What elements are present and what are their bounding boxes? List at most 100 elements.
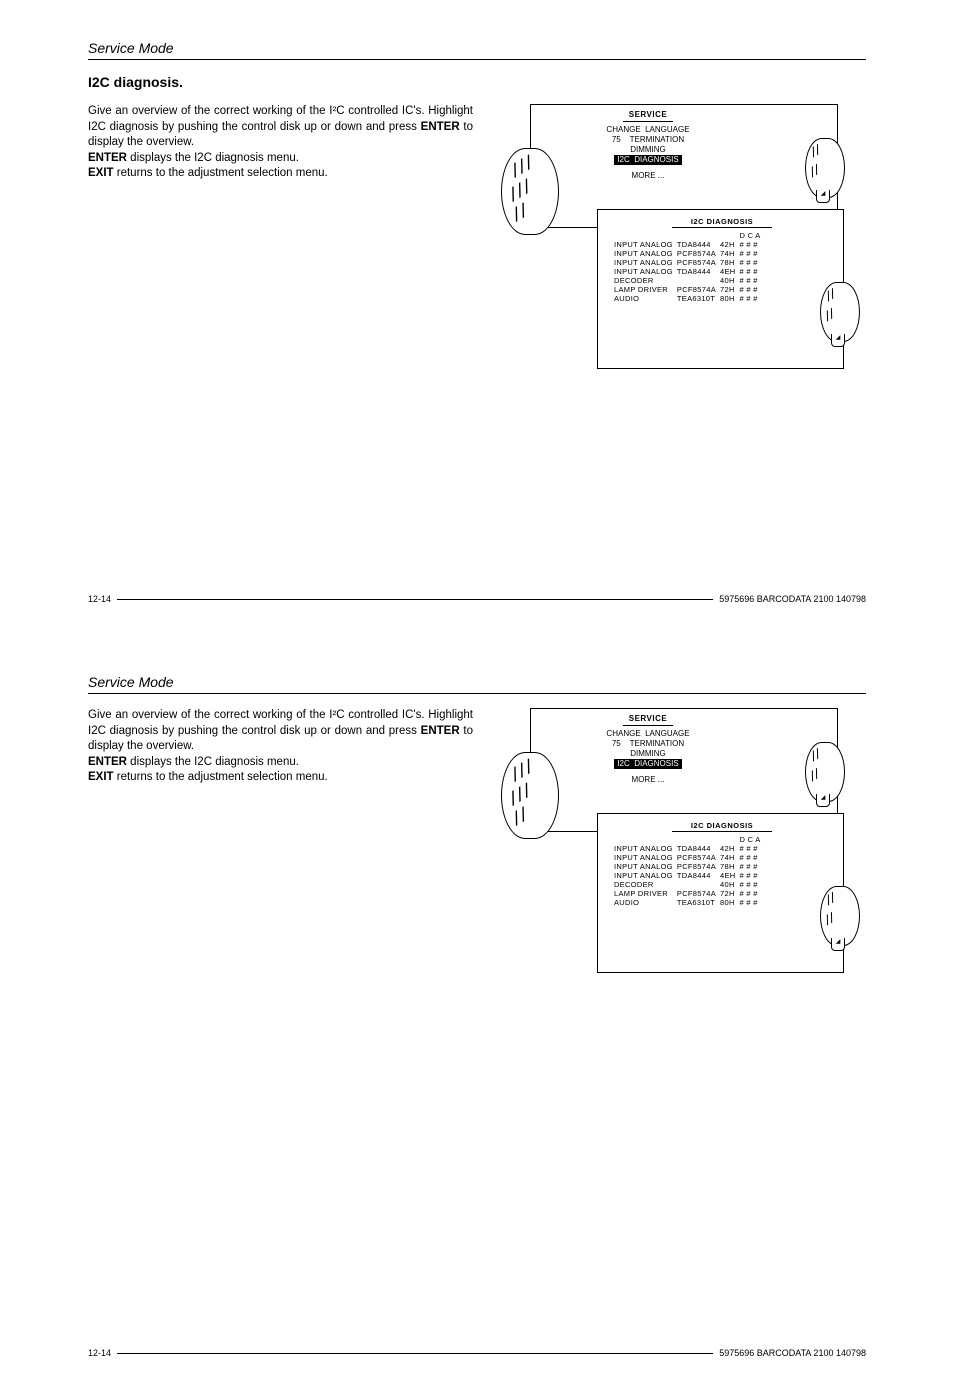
c3: 78H — [720, 258, 740, 267]
diag-row: AUDIOTEA6310T80H# # # — [614, 294, 765, 303]
footer: 12-14 5975696 BARCODATA 2100 140798 — [88, 1348, 866, 1358]
diag-row: LAMP DRIVERPCF8574A72H# # # — [614, 285, 765, 294]
c3: 4EH — [720, 871, 740, 880]
notch-icon: ◢ — [816, 794, 830, 807]
c2: PCF8574A — [677, 862, 720, 871]
body-p2b: displays the I2C diagnosis menu. — [127, 756, 299, 768]
menu-more: MORE ... — [578, 775, 718, 785]
c4: # # # — [740, 898, 765, 907]
diag-row: INPUT ANALOGTDA844442H# # # — [614, 844, 765, 853]
c3: 78H — [720, 862, 740, 871]
service-menu-title: SERVICE — [623, 110, 673, 122]
c1: INPUT ANALOG — [614, 844, 677, 853]
diag-row: INPUT ANALOGPCF8574A78H# # # — [614, 862, 765, 871]
menu-75: 75 — [612, 739, 621, 748]
body-text: Give an overview of the correct working … — [88, 708, 473, 786]
body-p2b: displays the I2C diagnosis menu. — [127, 152, 299, 164]
notch-icon: ◢ — [816, 190, 830, 203]
hash-icon: // — [807, 144, 823, 162]
c2: PCF8574A — [677, 249, 720, 258]
c3: 72H — [720, 285, 740, 294]
c1: INPUT ANALOG — [614, 862, 677, 871]
c4: # # # — [740, 880, 765, 889]
body-p1a: Give an overview of the correct working … — [88, 709, 473, 737]
c4: # # # — [740, 871, 765, 880]
diagnosis-panel: I2C DIAGNOSIS D C A INPUT ANALOGTDA84444… — [610, 821, 834, 907]
body-p3b: returns to the adjustment selection menu… — [114, 167, 328, 179]
c2: PCF8574A — [677, 853, 720, 862]
c4: # # # — [740, 258, 765, 267]
body-p2a: ENTER — [88, 152, 127, 164]
page-header: Service Mode — [88, 674, 866, 694]
c4: # # # — [740, 844, 765, 853]
c2 — [677, 276, 720, 285]
c1: DECODER — [614, 880, 677, 889]
section-title: I2C diagnosis. — [88, 74, 866, 90]
c3: 42H — [720, 844, 740, 853]
c4: # # # — [740, 294, 765, 303]
c4: # # # — [740, 853, 765, 862]
diag-row: LAMP DRIVERPCF8574A72H# # # — [614, 889, 765, 898]
c1: INPUT ANALOG — [614, 871, 677, 880]
hash-icon: // — [807, 748, 823, 766]
hash-icon: // — [806, 768, 822, 786]
service-menu: SERVICE CHANGE LANGUAGE 75 TERMINATION D… — [578, 714, 718, 785]
diag-row: INPUT ANALOGTDA844442H# # # — [614, 240, 765, 249]
diagnosis-panel: I2C DIAGNOSIS D C A INPUT ANALOGTDA84444… — [610, 217, 834, 303]
c1: DECODER — [614, 276, 677, 285]
diag-row: INPUT ANALOGTDA84444EH# # # — [614, 871, 765, 880]
screen-oval-left: /// /// // — [501, 148, 559, 235]
c3: 74H — [720, 249, 740, 258]
body-p1a: Give an overview of the correct working … — [88, 105, 473, 133]
c1: INPUT ANALOG — [614, 249, 677, 258]
diag-row: INPUT ANALOGPCF8574A78H# # # — [614, 258, 765, 267]
body-text: Give an overview of the correct working … — [88, 104, 473, 182]
menu-highlight-label: I2C DIAGNOSIS — [614, 759, 681, 769]
menu-termination-label: TERMINATION — [630, 135, 685, 144]
hash-icon: // — [821, 912, 837, 930]
body-p2a: ENTER — [88, 756, 127, 768]
diag-row: INPUT ANALOGPCF8574A74H# # # — [614, 249, 765, 258]
footer-left: 12-14 — [88, 594, 111, 604]
c4: # # # — [740, 267, 765, 276]
service-menu-title: SERVICE — [623, 714, 673, 726]
c1: INPUT ANALOG — [614, 267, 677, 276]
footer-left: 12-14 — [88, 1348, 111, 1358]
notch-icon: ◢ — [831, 938, 845, 951]
diag-dca: D C A — [740, 231, 765, 240]
hash-icon: // — [806, 164, 822, 182]
c2: TEA6310T — [677, 898, 720, 907]
menu-termination: 75 TERMINATION — [578, 739, 718, 749]
diagnosis-table: D C A INPUT ANALOGTDA844442H# # # INPUT … — [614, 835, 765, 907]
body-p3a: EXIT — [88, 771, 114, 783]
screen-oval-left: /// /// // — [501, 752, 559, 839]
diag-row: INPUT ANALOGTDA84444EH# # # — [614, 267, 765, 276]
diag-header-row: D C A — [614, 231, 765, 240]
screen-oval-right-top: // // — [805, 138, 845, 198]
menu-75: 75 — [612, 135, 621, 144]
c3: 42H — [720, 240, 740, 249]
hash-icon: // — [821, 308, 837, 326]
diag-dca: D C A — [740, 835, 765, 844]
page-1: Service Mode I2C diagnosis. Give an over… — [0, 0, 954, 634]
c1: INPUT ANALOG — [614, 240, 677, 249]
c2: TDA8444 — [677, 871, 720, 880]
c2: PCF8574A — [677, 285, 720, 294]
c2: TEA6310T — [677, 294, 720, 303]
footer-rule — [117, 1353, 713, 1354]
diag-row: DECODER40H# # # — [614, 276, 765, 285]
body-p3a: EXIT — [88, 167, 114, 179]
c2: PCF8574A — [677, 258, 720, 267]
c1: INPUT ANALOG — [614, 853, 677, 862]
content-row: Give an overview of the correct working … — [88, 104, 866, 374]
menu-dimming: DIMMING — [578, 145, 718, 155]
body-enter1: ENTER — [421, 725, 460, 737]
menu-more: MORE ... — [578, 171, 718, 181]
diagnosis-table: D C A INPUT ANALOGTDA844442H# # # INPUT … — [614, 231, 765, 303]
diagnosis-title: I2C DIAGNOSIS — [672, 821, 772, 832]
c4: # # # — [740, 249, 765, 258]
page-2: Service Mode Give an overview of the cor… — [0, 634, 954, 1388]
menu-change-language: CHANGE LANGUAGE — [578, 729, 718, 739]
diagnosis-title: I2C DIAGNOSIS — [672, 217, 772, 228]
menu-i2c-highlight: I2C DIAGNOSIS — [578, 155, 718, 165]
